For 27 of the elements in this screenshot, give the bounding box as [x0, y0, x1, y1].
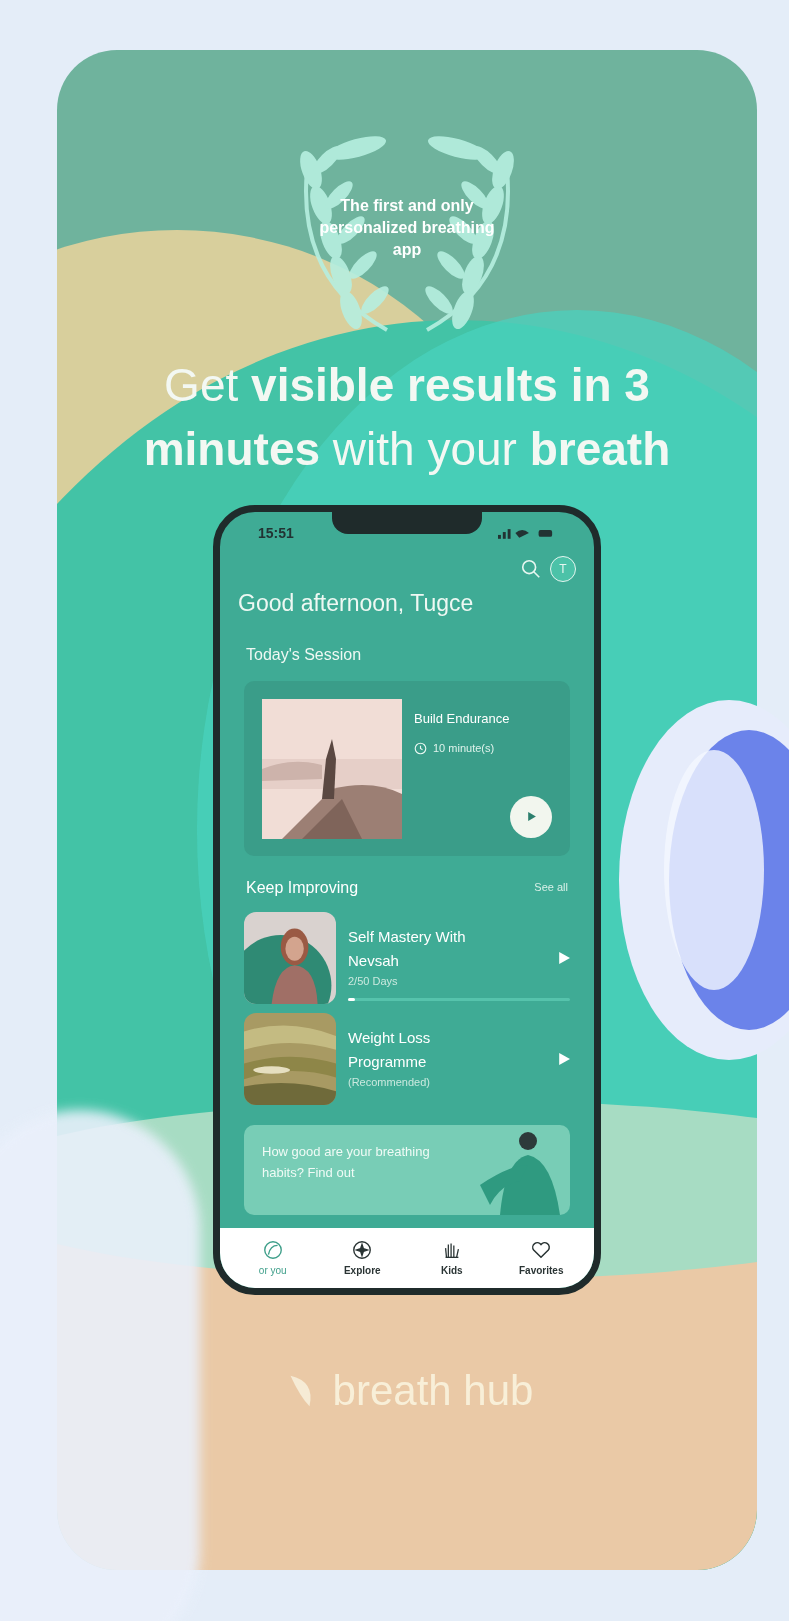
- program-title: Self Mastery With Nevsah: [348, 927, 467, 972]
- promo-card[interactable]: How good are your breathing habits? Find out: [244, 1124, 570, 1215]
- see-all-link[interactable]: See all: [534, 879, 568, 896]
- section-heading: Today's Session: [245, 644, 363, 665]
- play-button[interactable]: [510, 795, 552, 838]
- clock-icon: [414, 741, 427, 755]
- program-subtitle: (Recommended): [348, 1075, 431, 1091]
- compass-icon: [351, 1238, 374, 1261]
- tab[interactable]: Favorites: [506, 1238, 577, 1278]
- program-subtitle: 2/50 Days: [348, 974, 399, 990]
- search-icon: [520, 558, 542, 580]
- session-card[interactable]: Build Endurance 10 minute(s): [244, 680, 570, 856]
- tab[interactable]: or you: [237, 1238, 308, 1278]
- avatar[interactable]: T: [550, 556, 576, 582]
- session-duration: 10 minute(s): [433, 741, 495, 756]
- promo-text: How good are your breathing habits? Find out: [262, 1142, 431, 1182]
- play-icon: [525, 811, 537, 822]
- tab[interactable]: Kids: [416, 1238, 487, 1278]
- tab[interactable]: Explore: [327, 1238, 398, 1278]
- play-icon[interactable]: [558, 1052, 570, 1065]
- program-title: Weight Loss Programme: [348, 1028, 432, 1073]
- greeting: Good afternoon, Tugce: [237, 589, 475, 618]
- badge-text: The first and only personalized breathing app: [318, 195, 496, 260]
- session-title: Build Endurance: [414, 709, 511, 728]
- rings-icon: [261, 1238, 284, 1261]
- status-time: 15:51: [258, 523, 294, 543]
- section-heading: Keep Improving: [246, 877, 359, 898]
